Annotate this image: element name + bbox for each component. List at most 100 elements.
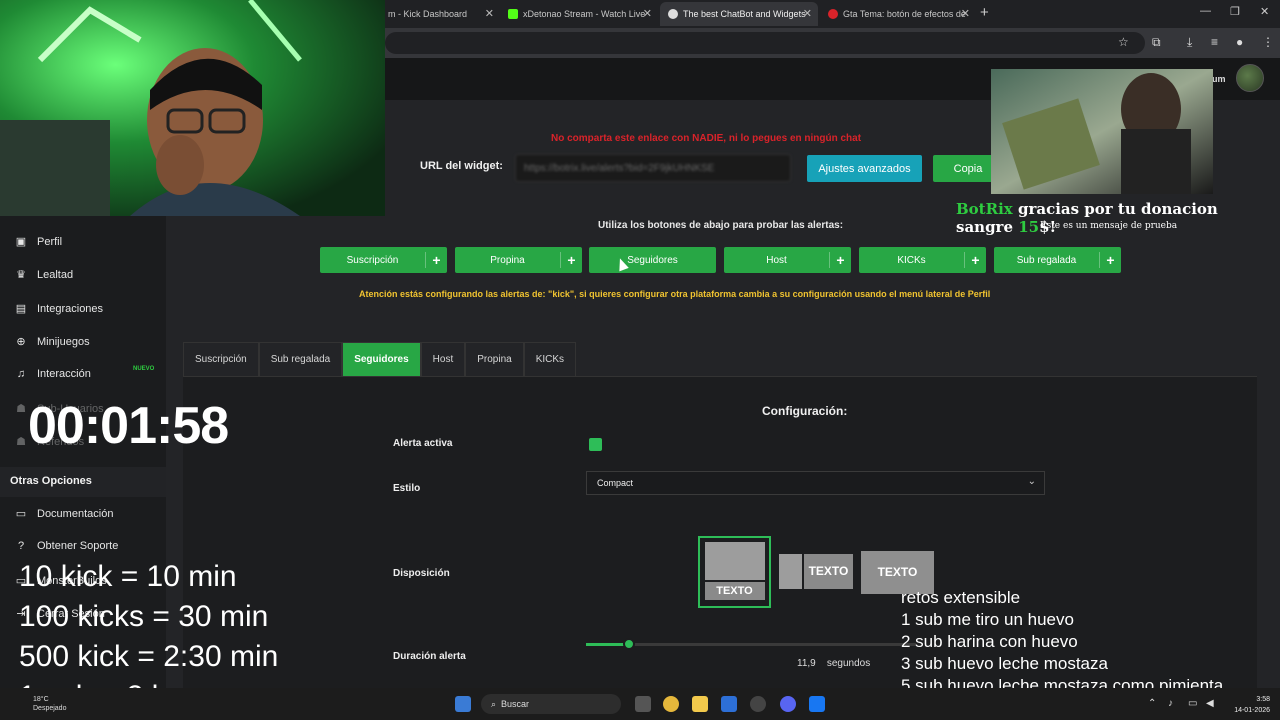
- advanced-settings-button[interactable]: Ajustes avanzados: [807, 155, 922, 182]
- button-label: Host: [766, 254, 787, 266]
- discord-icon[interactable]: [780, 696, 796, 712]
- layout-option-side[interactable]: TEXTO: [779, 554, 853, 589]
- duration-value: 11,9 segundos: [797, 658, 870, 669]
- volume-icon[interactable]: ◀: [1206, 698, 1214, 709]
- tab-gta-tema[interactable]: Gta Tema: botón de efectos de ✕: [820, 2, 976, 26]
- duration-slider-thumb[interactable]: [623, 638, 635, 650]
- tab-seguidores[interactable]: Seguidores: [342, 342, 421, 376]
- clock-date: 14-01-2026: [1234, 707, 1270, 714]
- test-message: Este es un mensaje de prueba: [1040, 221, 1178, 231]
- test-host-button[interactable]: Host +: [724, 247, 851, 273]
- test-tip-button[interactable]: Propina +: [455, 247, 582, 273]
- sidebar-item-soporte[interactable]: ? Obtener Soporte: [14, 540, 118, 552]
- sidebar-item-documentacion[interactable]: ▭ Documentación: [14, 507, 114, 521]
- avatar[interactable]: [1236, 64, 1264, 92]
- tab-suscripcion[interactable]: Suscripción: [183, 342, 259, 376]
- weather-temp: 18°C: [33, 696, 49, 703]
- users-icon: ☗: [16, 403, 26, 415]
- tab-kick-dashboard[interactable]: m - Kick Dashboard ✕: [380, 2, 500, 26]
- sidebar-item-label: Interacción: [37, 368, 91, 380]
- tab-label: The best ChatBot and Widgets: [683, 9, 806, 19]
- tab-kicks[interactable]: KICKs: [523, 342, 577, 376]
- username-fragment: um: [1212, 74, 1226, 84]
- sidebar-item-label: Lealtad: [37, 268, 74, 281]
- restore-icon[interactable]: ❐: [1230, 5, 1240, 18]
- alert-active-checkbox[interactable]: [589, 438, 602, 451]
- sidebar-item-label: Documentación: [37, 507, 114, 520]
- test-subscription-button[interactable]: Suscripción +: [320, 247, 447, 273]
- image-icon: [704, 542, 765, 580]
- layout-option-stacked[interactable]: TEXTO: [698, 536, 771, 608]
- test-kicks-button[interactable]: KICKs +: [859, 247, 986, 273]
- close-icon[interactable]: ✕: [803, 7, 812, 20]
- minimize-icon[interactable]: —: [1200, 5, 1211, 17]
- button-label: KICKs: [897, 254, 926, 266]
- tab-host[interactable]: Host: [420, 342, 466, 376]
- test-followers-button[interactable]: Seguidores: [589, 247, 716, 273]
- close-icon[interactable]: ✕: [961, 7, 970, 20]
- plus-icon: +: [964, 252, 986, 268]
- sidebar-item-label: Minijuegos: [37, 335, 90, 348]
- new-tab-button[interactable]: +: [980, 4, 989, 21]
- weather-desc: Despejado: [33, 705, 67, 712]
- test-gifted-sub-button[interactable]: Sub regalada +: [994, 247, 1121, 273]
- menu-icon[interactable]: ⋮: [1262, 35, 1274, 49]
- retos-line: 3 sub huevo leche mostaza: [901, 654, 1108, 673]
- trophy-icon: ♛: [16, 269, 26, 281]
- task-view-icon[interactable]: [635, 696, 651, 712]
- music-icon: ♫: [16, 368, 26, 380]
- sidebar-item-perfil[interactable]: ▣ Perfil: [14, 235, 63, 249]
- close-window-icon[interactable]: ✕: [1260, 5, 1269, 18]
- duration-number: 11,9: [797, 658, 816, 669]
- facebook-icon[interactable]: [809, 696, 825, 712]
- extensions-icon[interactable]: ⧉: [1152, 35, 1161, 50]
- platform-attention: Atención estás configurando las alertas …: [359, 289, 991, 299]
- star-icon[interactable]: ☆: [1118, 35, 1129, 49]
- alert-active-label: Alerta activa: [393, 438, 453, 449]
- download-icon[interactable]: ⤓: [1187, 35, 1192, 50]
- tab-propina[interactable]: Propina: [465, 342, 524, 376]
- tab-botrix[interactable]: The best ChatBot and Widgets ✕: [660, 2, 818, 26]
- windows-start-icon[interactable]: [455, 696, 471, 712]
- close-icon[interactable]: ✕: [485, 7, 494, 20]
- url-box[interactable]: [385, 32, 1145, 54]
- mic-icon[interactable]: ♪: [1168, 698, 1173, 709]
- widget-url-field[interactable]: https://botrix.live/alerts?bid=2F9jkUHNK…: [515, 154, 791, 182]
- sidebar-item-label: Perfil: [37, 235, 63, 248]
- tab-xdetonao-stream[interactable]: xDetonao Stream - Watch Live ✕: [500, 2, 658, 26]
- video-overlay: [991, 69, 1213, 194]
- app-icon[interactable]: [750, 696, 766, 712]
- taskbar-search[interactable]: ⌕ Buscar: [481, 694, 621, 714]
- style-select[interactable]: Compact ⌄: [586, 471, 1045, 495]
- clock[interactable]: 3:58 14-01-2026: [1224, 694, 1270, 716]
- clock-time: 3:58: [1256, 696, 1270, 703]
- tab-sub-regalada[interactable]: Sub regalada: [258, 342, 343, 376]
- url-label: URL del widget:: [420, 160, 503, 172]
- network-icon[interactable]: ▭: [1188, 698, 1197, 709]
- profile-icon[interactable]: ●: [1236, 35, 1243, 49]
- style-value: Compact: [597, 478, 634, 488]
- help-icon: ?: [17, 540, 25, 552]
- duration-slider-track[interactable]: [586, 643, 916, 646]
- plus-icon: +: [425, 252, 447, 268]
- integrations-icon: ▤: [15, 303, 27, 315]
- chrome-icon[interactable]: [663, 696, 679, 712]
- sidebar-item-interaccion[interactable]: ♫ Interacción: [14, 368, 91, 380]
- media-icon[interactable]: ≡: [1211, 35, 1218, 49]
- folder-icon[interactable]: [692, 696, 708, 712]
- botrix-icon: [668, 9, 678, 19]
- close-icon[interactable]: ✕: [643, 7, 652, 20]
- donor-name: BotRix: [956, 200, 1013, 218]
- sidebar-item-lealtad[interactable]: ♛ Lealtad: [14, 268, 74, 282]
- sidebar-item-label: Obtener Soporte: [37, 540, 119, 552]
- rule-line: 10 kick = 10 min: [19, 560, 237, 593]
- sidebar-item-integraciones[interactable]: ▤ Integraciones: [14, 302, 103, 316]
- tab-label: Gta Tema: botón de efectos de: [843, 9, 966, 19]
- retos-line: retos extensible: [901, 588, 1021, 607]
- store-icon[interactable]: [721, 696, 737, 712]
- sidebar-item-minijuegos[interactable]: ⊕ Minijuegos: [14, 335, 90, 349]
- chevron-down-icon: ⌄: [1027, 476, 1036, 487]
- weather-widget[interactable]: 18°C Despejado: [33, 695, 66, 713]
- chevron-up-icon[interactable]: ⌃: [1148, 698, 1156, 709]
- user-icon: ▣: [15, 236, 27, 248]
